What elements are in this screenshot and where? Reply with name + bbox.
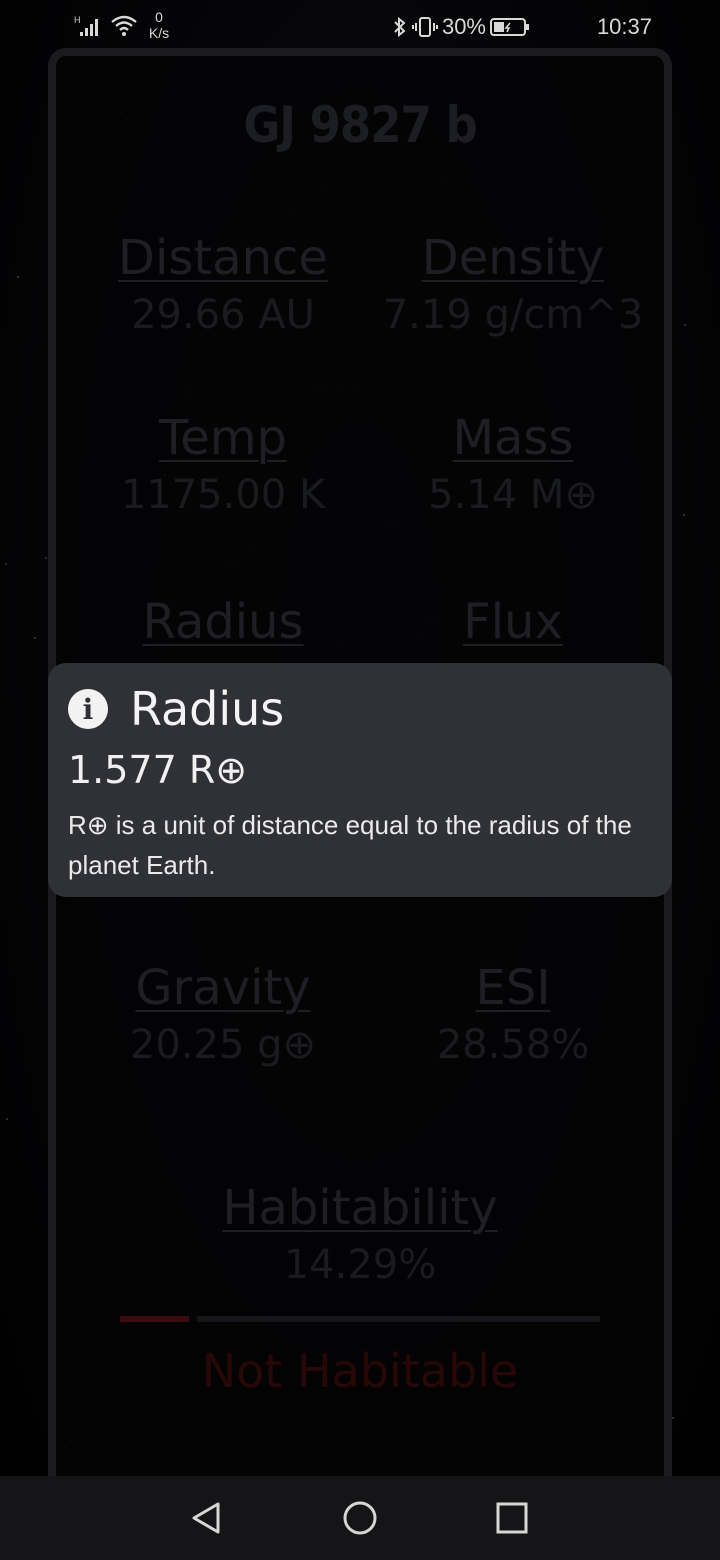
navigation-bar — [0, 1476, 720, 1560]
stat-density[interactable]: Density 7.19 g/cm^3 — [363, 230, 663, 340]
stat-label: ESI — [475, 960, 551, 1016]
back-icon[interactable] — [186, 1498, 226, 1538]
toast-title: Radius — [130, 682, 285, 736]
planet-name: GJ 9827 b — [243, 96, 477, 154]
bluetooth-icon — [394, 16, 406, 38]
stat-value: 20.25 g⊕ — [129, 1022, 317, 1068]
battery-percent: 30% — [441, 14, 486, 39]
app-screen: H 0 K/s 30% 10:37 GJ 9827 b Distance 29.… — [0, 0, 720, 1560]
stat-label: Radius — [142, 594, 304, 650]
toast-value: 1.577 R⊕ — [68, 748, 248, 792]
star — [6, 1118, 8, 1120]
stat-label: Mass — [452, 410, 574, 466]
star — [672, 1417, 674, 1419]
stat-label: Density — [421, 230, 605, 286]
network-type-label: H — [74, 15, 81, 25]
battery-icon — [490, 18, 529, 36]
vibrate-icon — [411, 17, 438, 37]
stat-habitability[interactable]: Habitability 14.29% — [210, 1180, 510, 1290]
habitability-progress-fill — [120, 1316, 189, 1322]
star — [34, 637, 36, 639]
toast-header: i Radius — [68, 681, 652, 737]
stat-temp[interactable]: Temp 1175.00 K — [73, 410, 373, 520]
stat-value: 1175.00 K — [120, 472, 326, 518]
info-toast[interactable]: i Radius 1.577 R⊕ R⊕ is a unit of distan… — [48, 663, 672, 897]
stat-label: Flux — [463, 594, 563, 650]
stat-value: 14.29% — [283, 1242, 437, 1288]
stat-label: Gravity — [135, 960, 311, 1016]
toast-description: R⊕ is a unit of distance equal to the ra… — [68, 810, 632, 880]
progress-gap — [189, 1316, 197, 1322]
info-icon: i — [68, 689, 108, 729]
star — [683, 514, 685, 516]
status-right-icons: 30% — [392, 12, 530, 42]
network-speed-value: 0 — [155, 9, 163, 25]
star — [17, 276, 19, 278]
stat-label: Habitability — [222, 1180, 498, 1236]
stat-label: Temp — [159, 410, 287, 466]
stat-label: Distance — [118, 230, 328, 286]
stat-flux[interactable]: Flux — [363, 594, 663, 650]
wifi-icon — [111, 15, 137, 36]
stat-esi[interactable]: ESI 28.58% — [363, 960, 663, 1070]
stat-gravity[interactable]: Gravity 20.25 g⊕ — [73, 960, 373, 1070]
network-speed-unit: K/s — [148, 25, 170, 41]
habitability-progress-bar — [120, 1316, 600, 1322]
star — [5, 563, 7, 565]
stat-radius[interactable]: Radius — [73, 594, 373, 650]
star — [45, 557, 47, 559]
star — [684, 324, 686, 326]
stat-value: 5.14 M⊕ — [428, 472, 598, 518]
stat-value: 29.66 AU — [131, 292, 315, 338]
habitability-status: Not Habitable — [201, 1344, 519, 1398]
home-icon[interactable] — [340, 1498, 380, 1538]
stat-mass[interactable]: Mass 5.14 M⊕ — [363, 410, 663, 520]
stat-value: 7.19 g/cm^3 — [382, 292, 644, 338]
cellular-signal-icon: H — [74, 15, 98, 36]
stat-distance[interactable]: Distance 29.66 AU — [73, 230, 373, 340]
recents-icon[interactable] — [492, 1498, 532, 1538]
stat-value: 28.58% — [436, 1022, 590, 1068]
network-speed: 0 K/s — [144, 9, 174, 41]
clock: 10:37 — [596, 14, 652, 39]
